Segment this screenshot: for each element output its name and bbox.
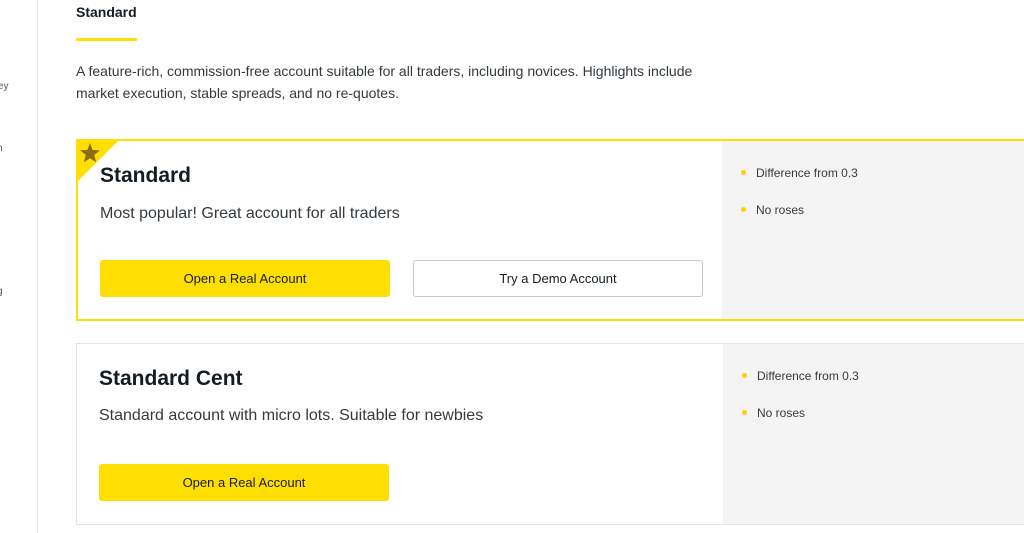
feature-text: Difference from 0.3 (756, 166, 858, 180)
account-title: Standard (100, 164, 192, 187)
bullet-icon (741, 207, 746, 212)
feature-item: No roses (741, 203, 805, 217)
open-real-account-button[interactable]: Open a Real Account (100, 260, 390, 297)
account-subtitle: Most popular! Great account for all trad… (100, 205, 400, 222)
sidebar-item[interactable]: ney (0, 81, 9, 92)
open-real-account-button[interactable]: Open a Real Account (99, 464, 389, 501)
active-tab-indicator (76, 38, 137, 41)
account-card-standard-cent: Standard Cent Standard account with micr… (76, 343, 1024, 525)
feature-text: No roses (756, 203, 805, 217)
sidebar-item[interactable]: h (0, 143, 3, 154)
bullet-icon (742, 373, 747, 378)
account-card-standard: Standard Most popular! Great account for… (76, 139, 1024, 321)
feature-text: No roses (757, 406, 806, 420)
account-subtitle: Standard account with micro lots. Suitab… (99, 407, 484, 424)
account-features-panel: Difference from 0.3 No roses (722, 141, 1024, 319)
feature-item: No roses (742, 406, 806, 420)
star-icon (80, 143, 100, 163)
feature-item: Difference from 0.3 (741, 166, 858, 180)
sidebar-item[interactable]: g (0, 286, 3, 297)
account-title: Standard Cent (99, 367, 243, 390)
account-features-panel: Difference from 0.3 No roses (723, 344, 1024, 524)
bullet-icon (741, 170, 746, 175)
sidebar: ney h g (0, 0, 38, 533)
account-description: A feature-rich, commission-free account … (76, 63, 693, 101)
try-demo-account-button[interactable]: Try a Demo Account (413, 260, 703, 297)
bullet-icon (742, 410, 747, 415)
feature-item: Difference from 0.3 (742, 369, 859, 383)
tab-standard[interactable]: Standard (76, 4, 137, 20)
feature-text: Difference from 0.3 (757, 369, 859, 383)
